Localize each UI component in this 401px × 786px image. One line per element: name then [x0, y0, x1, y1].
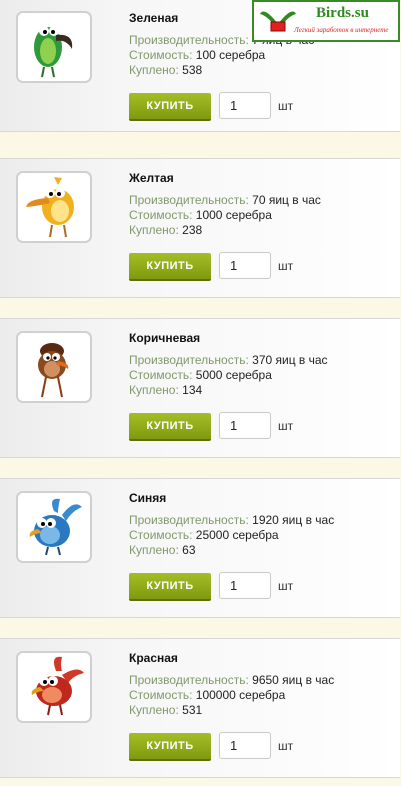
red-bird-icon [31, 656, 84, 716]
productivity-label: Производительность: [129, 673, 249, 687]
cost-value: 100000 серебра [195, 688, 286, 702]
productivity-value: 9650 яиц в час [252, 673, 335, 687]
cost-value: 25000 серебра [195, 528, 279, 542]
bird-thumbnail [16, 171, 92, 243]
bird-name: Красная [129, 651, 178, 665]
bird-stats: Производительность: 370 яиц в час Стоимо… [129, 353, 328, 398]
bought-value: 531 [182, 703, 203, 717]
cost-label: Стоимость: [129, 688, 193, 702]
logo-name: Birds.su [316, 5, 369, 21]
quantity-input[interactable] [219, 92, 271, 119]
bird-name: Желтая [129, 171, 174, 185]
bought-value: 134 [182, 383, 203, 397]
bird-card-brown: Коричневая Производительность: 370 яиц в… [0, 318, 400, 458]
bird-thumbnail [16, 331, 92, 403]
bought-value: 63 [182, 543, 196, 557]
cost-value: 1000 серебра [195, 208, 272, 222]
unit-label: шт [278, 99, 294, 113]
bird-card-blue: Синяя Производительность: 1920 яиц в час… [0, 478, 400, 618]
logo-slogan: Легкий заработок в интернете [294, 26, 389, 34]
productivity-label: Производительность: [129, 353, 249, 367]
buy-button[interactable]: КУПИТЬ [129, 93, 211, 121]
quantity-input[interactable] [219, 412, 271, 439]
bird-thumbnail [16, 491, 92, 563]
bird-name: Синяя [129, 491, 167, 505]
bird-stats: Производительность: 9650 яиц в час Стоим… [129, 673, 334, 718]
unit-label: шт [278, 259, 294, 273]
productivity-value: 370 яиц в час [252, 353, 328, 367]
productivity-label: Производительность: [129, 193, 249, 207]
unit-label: шт [278, 579, 294, 593]
productivity-label: Производительность: [129, 513, 249, 527]
blue-bird-icon [29, 498, 82, 556]
bought-label: Куплено: [129, 703, 179, 717]
cost-value: 5000 серебра [195, 368, 272, 382]
bought-value: 238 [182, 223, 203, 237]
quantity-input[interactable] [219, 252, 271, 279]
buy-button[interactable]: КУПИТЬ [129, 733, 211, 761]
unit-label: шт [278, 419, 294, 433]
bird-card-yellow: Желтая Производительность: 70 яиц в час … [0, 158, 400, 298]
buy-button[interactable]: КУПИТЬ [129, 413, 211, 441]
green-bird-icon [34, 26, 73, 78]
bird-name: Зеленая [129, 11, 179, 25]
quantity-input[interactable] [219, 572, 271, 599]
bought-value: 538 [182, 63, 203, 77]
cost-label: Стоимость: [129, 528, 193, 542]
bird-stats: Производительность: 70 яиц в час Стоимос… [129, 193, 321, 238]
bought-label: Куплено: [129, 383, 179, 397]
buy-button[interactable]: КУПИТЬ [129, 573, 211, 601]
cost-value: 100 серебра [195, 48, 266, 62]
bought-label: Куплено: [129, 223, 179, 237]
productivity-value: 1920 яиц в час [252, 513, 335, 527]
site-logo: Birds.su Легкий заработок в интернете [252, 0, 400, 42]
bird-thumbnail [16, 651, 92, 723]
buy-button[interactable]: КУПИТЬ [129, 253, 211, 281]
bought-label: Куплено: [129, 543, 179, 557]
cost-label: Стоимость: [129, 368, 193, 382]
bought-label: Куплено: [129, 63, 179, 77]
cost-label: Стоимость: [129, 208, 193, 222]
bird-card-red: Красная Производительность: 9650 яиц в ч… [0, 638, 400, 778]
bird-thumbnail [16, 11, 92, 83]
quantity-input[interactable] [219, 732, 271, 759]
bird-wings-icon [260, 11, 296, 32]
unit-label: шт [278, 739, 294, 753]
productivity-label: Производительность: [129, 33, 249, 47]
yellow-bird-icon [26, 177, 74, 238]
brown-bird-icon [38, 343, 69, 398]
productivity-value: 70 яиц в час [252, 193, 321, 207]
bird-stats: Производительность: 1920 яиц в час Стоим… [129, 513, 334, 558]
cost-label: Стоимость: [129, 48, 193, 62]
bird-name: Коричневая [129, 331, 201, 345]
